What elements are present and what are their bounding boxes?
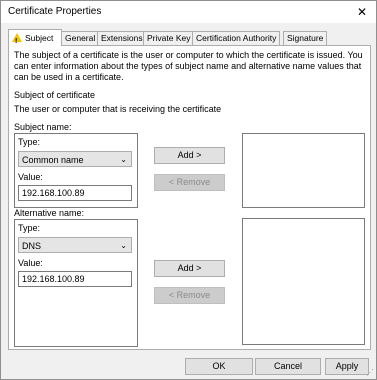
chevron-down-icon: ⌄ [120, 155, 127, 164]
subject-description: The subject of a certificate is the user… [14, 50, 363, 82]
tab-subject-label: Subject [25, 33, 54, 43]
tab-certification-authority-label: Certification Authority [196, 33, 277, 43]
tab-extensions[interactable]: Extensions [97, 31, 147, 45]
warning-icon [12, 33, 22, 50]
subject-type-value: Common name [22, 155, 84, 165]
alternative-values-list[interactable] [242, 218, 365, 345]
tab-private-key[interactable]: Private Key [143, 31, 195, 45]
tab-signature[interactable]: Signature [283, 31, 328, 45]
title-bar: Certificate Properties ✕ [1, 1, 376, 23]
alternative-add-button[interactable]: Add > [154, 260, 225, 277]
tab-subject[interactable]: Subject [8, 29, 62, 50]
alternative-remove-button[interactable]: < Remove [154, 287, 225, 304]
subject-name-label: Subject name: [14, 122, 72, 132]
subject-add-button[interactable]: Add > [154, 147, 225, 164]
close-icon[interactable]: ✕ [354, 4, 370, 20]
tab-general[interactable]: General [61, 31, 100, 45]
tab-extensions-label: Extensions [101, 33, 143, 43]
ok-button[interactable]: OK [185, 358, 253, 375]
alternative-value-label: Value: [18, 258, 43, 268]
subject-type-label: Type: [18, 137, 41, 147]
alternative-name-group: Type: DNS ⌄ Value: [14, 219, 138, 347]
subject-value-label: Value: [18, 172, 43, 182]
subject-value-input[interactable] [18, 185, 132, 201]
subject-values-list[interactable] [242, 133, 365, 208]
subject-remove-button[interactable]: < Remove [154, 174, 225, 191]
alternative-type-select[interactable]: DNS ⌄ [18, 237, 132, 253]
tab-general-label: General [65, 33, 96, 43]
certificate-properties-dialog: Certificate Properties ✕ Subject General… [0, 0, 377, 380]
cancel-button[interactable]: Cancel [255, 358, 321, 375]
apply-button[interactable]: Apply [325, 358, 369, 375]
tab-private-key-label: Private Key [147, 33, 191, 43]
subject-type-select[interactable]: Common name ⌄ [18, 151, 132, 167]
alternative-type-value: DNS [22, 241, 42, 251]
resize-grip-icon[interactable]: ⋰ [366, 369, 374, 377]
window-title: Certificate Properties [8, 6, 102, 17]
alternative-type-label: Type: [18, 223, 41, 233]
alternative-name-label: Alternative name: [14, 208, 85, 218]
tab-signature-label: Signature [287, 33, 324, 43]
tab-certification-authority[interactable]: Certification Authority [192, 31, 281, 45]
chevron-down-icon: ⌄ [120, 241, 127, 250]
subject-name-group: Type: Common name ⌄ Value: [14, 133, 138, 208]
subject-section-heading: Subject of certificate [14, 90, 96, 100]
subject-section-subheading: The user or computer that is receiving t… [14, 104, 222, 114]
alternative-value-input[interactable] [18, 271, 132, 287]
subject-tab-panel: The subject of a certificate is the user… [8, 45, 371, 350]
